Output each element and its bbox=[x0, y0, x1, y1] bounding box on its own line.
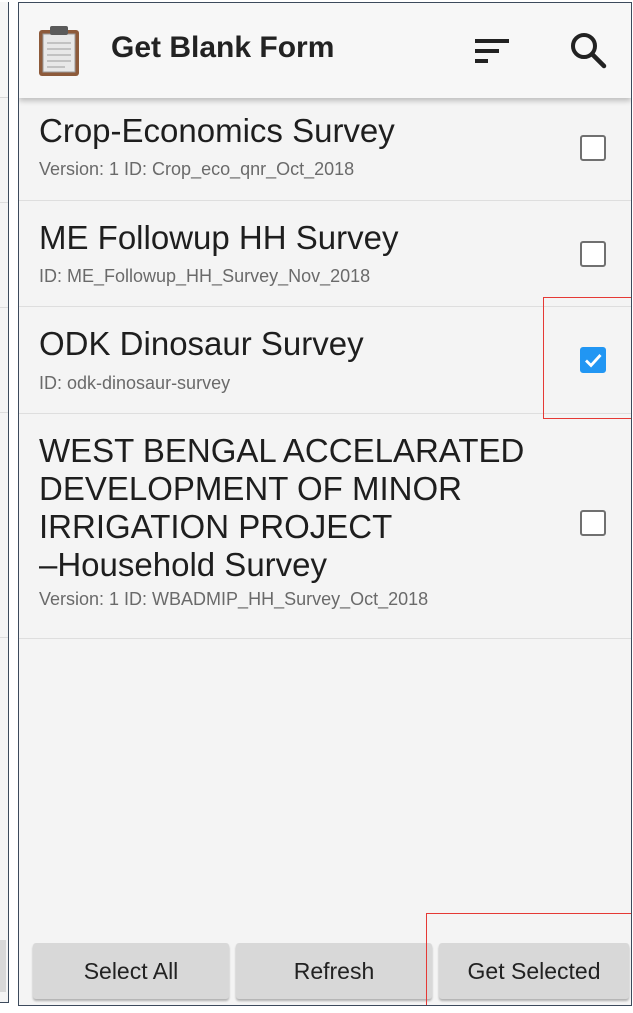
form-checkbox[interactable] bbox=[580, 135, 606, 161]
clipboard-icon bbox=[39, 26, 79, 76]
form-item-west-bengal[interactable]: WEST BENGAL ACCELARATED DEVELOPMENT OF M… bbox=[19, 414, 631, 639]
select-all-button[interactable]: Select All bbox=[33, 943, 229, 999]
form-title: Crop-Economics Survey bbox=[39, 112, 395, 149]
phone-screen: Get Blank Form Crop-Economics Survey Ver… bbox=[18, 2, 632, 1006]
page-title: Get Blank Form bbox=[111, 31, 335, 64]
form-subtitle: Version: 1 ID: Crop_eco_qnr_Oct_2018 bbox=[39, 159, 355, 179]
form-title: ME Followup HH Survey bbox=[39, 219, 399, 256]
form-item-me-followup[interactable]: ME Followup HH Survey ID: ME_Followup_HH… bbox=[19, 201, 631, 307]
form-list: Crop-Economics Survey Version: 1 ID: Cro… bbox=[19, 98, 631, 639]
form-title-line: DEVELOPMENT OF MINOR bbox=[39, 470, 462, 507]
sort-icon[interactable] bbox=[475, 37, 509, 65]
form-title-line: –Household Survey bbox=[39, 546, 328, 583]
previous-screen-panel bbox=[0, 2, 9, 1003]
form-item-odk-dinosaur[interactable]: ODK Dinosaur Survey ID: odk-dinosaur-sur… bbox=[19, 307, 631, 414]
form-subtitle: Version: 1 ID: WBADMIP_HH_Survey_Oct_201… bbox=[39, 589, 429, 609]
checkbox-highlight-box bbox=[543, 297, 631, 419]
form-title-line: WEST BENGAL ACCELARATED bbox=[39, 432, 525, 469]
app-bar: Get Blank Form bbox=[19, 3, 631, 98]
form-title: ODK Dinosaur Survey bbox=[39, 325, 364, 362]
search-icon[interactable] bbox=[569, 31, 607, 69]
form-subtitle: ID: ME_Followup_HH_Survey_Nov_2018 bbox=[39, 266, 371, 286]
form-title: WEST BENGAL ACCELARATED DEVELOPMENT OF M… bbox=[39, 432, 524, 584]
form-checkbox[interactable] bbox=[580, 510, 606, 536]
refresh-button[interactable]: Refresh bbox=[236, 943, 432, 999]
form-title-line: IRRIGATION PROJECT bbox=[39, 508, 393, 545]
form-subtitle: ID: odk-dinosaur-survey bbox=[39, 373, 231, 393]
form-item-crop-economics[interactable]: Crop-Economics Survey Version: 1 ID: Cro… bbox=[19, 98, 631, 201]
get-selected-highlight-box bbox=[426, 913, 631, 1005]
form-checkbox[interactable] bbox=[580, 241, 606, 267]
